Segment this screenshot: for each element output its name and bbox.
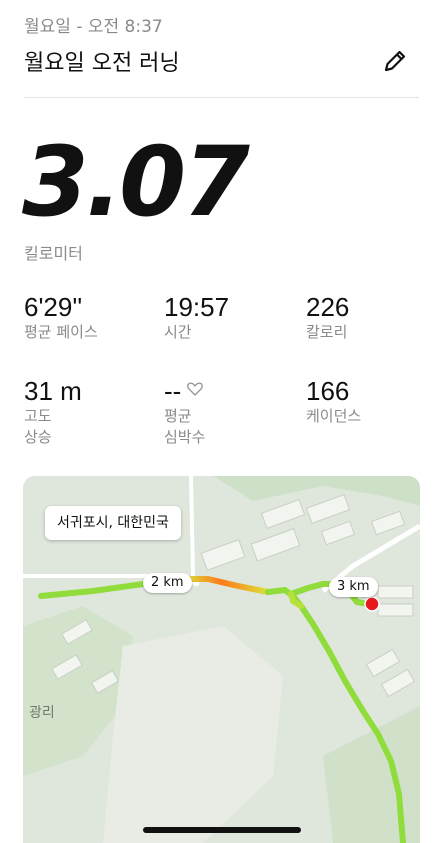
stat-time-label: 시간 — [164, 323, 192, 341]
distance-unit: 킬로미터 — [24, 244, 83, 263]
header-divider — [24, 97, 419, 98]
heart-icon — [187, 382, 204, 396]
home-indicator[interactable] — [143, 827, 301, 833]
stat-elevation-label: 고도 상승 — [24, 407, 52, 446]
km-marker: 2 km — [143, 573, 192, 593]
stat-time-value: 19:57 — [164, 292, 230, 322]
route-end-marker — [364, 596, 380, 612]
location-chip: 서귀포시, 대한민국 — [45, 506, 181, 540]
stat-calories: 226 칼로리 — [306, 292, 349, 343]
stat-elevation-value: 31 m — [24, 376, 82, 406]
stat-cadence: 166 케이던스 — [306, 376, 361, 427]
stat-calories-label: 칼로리 — [306, 323, 348, 341]
stat-time: 19:57 시간 — [164, 292, 229, 343]
pencil-icon — [384, 50, 406, 72]
edit-button[interactable] — [380, 46, 410, 76]
stat-cadence-label: 케이던스 — [306, 407, 362, 425]
stat-heart-rate-label: 평균 심박수 — [164, 407, 206, 446]
stat-heart-rate: -- 평균 심박수 — [164, 376, 205, 448]
stat-pace-label: 평균 페이스 — [24, 323, 98, 341]
run-title: 월요일 오전 러닝 — [24, 51, 180, 76]
map-road — [189, 476, 199, 587]
map-place-label: 광리 — [29, 705, 55, 721]
stat-heart-rate-value: -- — [164, 376, 182, 406]
stat-pace-value: 6'29'' — [24, 292, 83, 322]
km-marker: 3 km — [329, 577, 378, 597]
run-date: 월요일 - 오전 8:37 — [24, 17, 163, 37]
stat-elevation: 31 m 고도 상승 — [24, 376, 82, 448]
route-map[interactable]: 서귀포시, 대한민국 2 km 3 km 광리 — [23, 476, 420, 843]
stat-pace: 6'29'' 평균 페이스 — [24, 292, 98, 343]
stat-cadence-value: 166 — [306, 376, 350, 406]
map-field — [103, 626, 283, 843]
stat-calories-value: 226 — [306, 292, 350, 322]
map-park — [23, 476, 420, 506]
distance-value: 3.07 — [22, 126, 250, 238]
